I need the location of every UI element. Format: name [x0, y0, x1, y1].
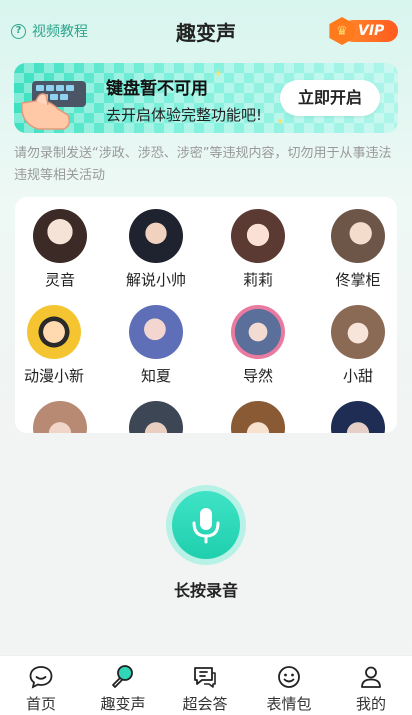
sparkle-icon: ✦	[214, 69, 223, 80]
voice-avatar	[129, 209, 183, 263]
chat-bubble-icon	[29, 666, 53, 689]
top-header: ? 视频教程 趣变声 VIP ♛	[0, 0, 412, 62]
message-box-icon	[194, 667, 216, 688]
tab-label: 表情包	[266, 695, 312, 713]
tab-label: 首页	[25, 695, 56, 713]
record-button[interactable]	[166, 485, 246, 565]
voice-avatar	[129, 305, 183, 359]
vip-button[interactable]: VIP ♛	[328, 17, 398, 45]
tab-answers[interactable]: 超会答	[164, 656, 246, 715]
voice-avatar	[231, 209, 285, 263]
voice-item[interactable]	[213, 401, 303, 433]
enable-now-button[interactable]: 立即开启	[280, 80, 380, 116]
sparkle-icon: ✦	[276, 117, 285, 128]
voice-item[interactable]: 小甜	[313, 305, 397, 386]
tab-home[interactable]: 首页	[0, 656, 82, 715]
voice-name: 佟掌柜	[335, 271, 381, 289]
voice-item[interactable]: 灵音	[15, 209, 105, 290]
voice-avatar	[331, 401, 385, 433]
voice-name: 莉莉	[242, 271, 273, 289]
smiley-icon	[278, 666, 300, 688]
voice-item[interactable]: 动漫小新	[15, 305, 99, 386]
voice-list[interactable]: 灵音 解说小帅 莉莉 佟掌柜 动漫小新 知夏 导然 小甜	[15, 197, 397, 433]
microphone-icon	[192, 508, 220, 544]
record-hint: 长按录音	[173, 581, 238, 600]
voice-avatar	[27, 305, 81, 359]
tab-stickers[interactable]: 表情包	[248, 656, 330, 715]
banner-subtitle: 去开启体验完整功能吧!	[106, 106, 263, 124]
voice-avatar	[331, 305, 385, 359]
voice-item[interactable]: 导然	[213, 305, 303, 386]
voice-avatar	[33, 401, 87, 433]
voice-item[interactable]	[313, 401, 397, 433]
tab-label: 超会答	[182, 695, 228, 713]
tab-label: 我的	[355, 695, 386, 713]
voice-name: 解说小帅	[125, 271, 186, 289]
voice-item[interactable]: 知夏	[111, 305, 201, 386]
voice-avatar	[231, 305, 285, 359]
bottom-tab-bar: 首页 趣变声 超会答 表情包 我的	[0, 655, 412, 715]
hand-keyboard-illustration	[21, 81, 86, 130]
tab-label: 趣变声	[100, 695, 146, 713]
keyboard-banner[interactable]: ✦ ✦ 键盘暂不可用 去开启体验完整功能吧! 立即开启	[14, 63, 398, 133]
voice-name: 动漫小新	[23, 367, 84, 385]
voice-item[interactable]: 佟掌柜	[313, 209, 397, 290]
usage-notice: 请勿录制发送“涉政、涉恐、涉密”等违规内容，切勿用于从事违法违规等相关活动	[14, 146, 392, 183]
voice-avatar	[231, 401, 285, 433]
voice-name: 知夏	[140, 367, 171, 385]
voice-name: 小甜	[342, 367, 373, 385]
banner-title: 键盘暂不可用	[106, 79, 208, 99]
voice-avatar	[129, 401, 183, 433]
voice-item[interactable]	[15, 401, 105, 433]
voice-item[interactable]: 莉莉	[213, 209, 303, 290]
voice-item[interactable]	[111, 401, 201, 433]
user-icon	[361, 666, 381, 688]
voice-name: 灵音	[44, 271, 75, 289]
voice-avatar	[331, 209, 385, 263]
voice-name: 导然	[242, 367, 273, 385]
microphone-icon	[112, 665, 133, 688]
tab-voice-changer[interactable]: 趣变声	[82, 656, 164, 715]
record-button-inner[interactable]	[172, 491, 240, 559]
tab-profile[interactable]: 我的	[330, 656, 412, 715]
voice-item[interactable]: 解说小帅	[111, 209, 201, 290]
voice-avatar	[33, 209, 87, 263]
